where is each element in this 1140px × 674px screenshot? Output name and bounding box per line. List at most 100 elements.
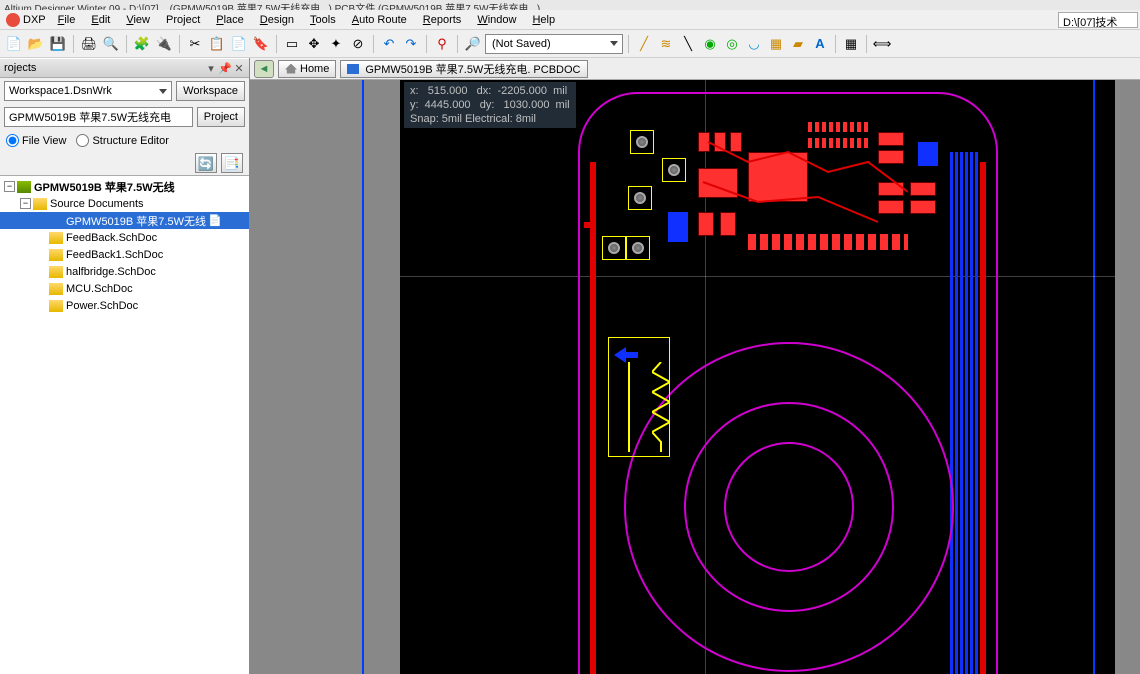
save-icon: 💾 bbox=[50, 37, 66, 50]
cut-button[interactable]: ✂ bbox=[185, 34, 205, 54]
place-diff-button[interactable]: ≋ bbox=[656, 34, 676, 54]
radio-structure-editor[interactable]: Structure Editor bbox=[76, 134, 168, 147]
compile-icon: 🔄 bbox=[198, 157, 214, 170]
menu-help[interactable]: Help bbox=[524, 12, 563, 28]
via-icon: ◎ bbox=[726, 37, 737, 50]
expand-icon[interactable]: − bbox=[4, 181, 15, 192]
panel-dropdown-icon[interactable]: ▾ bbox=[205, 62, 217, 74]
sch-icon bbox=[49, 266, 63, 278]
workspace-button[interactable]: Workspace bbox=[176, 81, 245, 101]
paste-button[interactable]: 📄 bbox=[229, 34, 249, 54]
device-icon: 🔌 bbox=[156, 37, 172, 50]
cross-probe-button[interactable]: ⚲ bbox=[432, 34, 452, 54]
smd-pad bbox=[910, 200, 936, 214]
tree-source-documents[interactable]: − Source Documents bbox=[0, 195, 249, 212]
chevron-down-icon bbox=[159, 89, 167, 94]
preview-icon: 🔍 bbox=[103, 37, 119, 50]
project-field[interactable]: GPMW5019B 苹果7.5W无线充电 bbox=[4, 107, 193, 127]
menu-file[interactable]: File bbox=[50, 12, 84, 28]
place-dimension-button[interactable]: ⟺ bbox=[872, 34, 892, 54]
menu-bar: DXP File Edit View Project Place Design … bbox=[0, 10, 1140, 30]
tree-item-feedback[interactable]: FeedBack.SchDoc bbox=[0, 229, 249, 246]
tree-item-halfbridge[interactable]: halfbridge.SchDoc bbox=[0, 263, 249, 280]
menu-design[interactable]: Design bbox=[252, 12, 302, 28]
pcb-canvas[interactable]: x: 515.000 dx: -2205.000 mil y: 4445.000… bbox=[250, 80, 1140, 674]
menu-dxp[interactable]: DXP bbox=[2, 13, 50, 27]
tree-item-feedback1[interactable]: FeedBack1.SchDoc bbox=[0, 246, 249, 263]
nav-back-button[interactable]: ◄ bbox=[254, 60, 274, 78]
track-icon: ╱ bbox=[640, 37, 648, 50]
view-mode-radios: File View Structure Editor bbox=[0, 130, 249, 151]
browse-button[interactable]: 🔎 bbox=[463, 34, 483, 54]
preview-button[interactable]: 🔍 bbox=[101, 34, 121, 54]
place-pad-button[interactable]: ◉ bbox=[700, 34, 720, 54]
menu-reports[interactable]: Reports bbox=[415, 12, 470, 28]
sch-icon bbox=[49, 232, 63, 244]
menu-autoroute[interactable]: Auto Route bbox=[344, 12, 415, 28]
pcb-black-area: x: 515.000 dx: -2205.000 mil y: 4445.000… bbox=[400, 80, 1115, 674]
close-icon[interactable]: ✕ bbox=[233, 62, 245, 74]
menu-view[interactable]: View bbox=[118, 12, 158, 28]
place-line-button[interactable]: ╲ bbox=[678, 34, 698, 54]
clear-button[interactable]: ⊘ bbox=[348, 34, 368, 54]
ruler-vertical-right bbox=[1093, 80, 1095, 674]
menu-edit[interactable]: Edit bbox=[83, 12, 118, 28]
compile-button[interactable]: 🔄 bbox=[195, 153, 217, 173]
paste-icon: 📄 bbox=[231, 37, 247, 50]
filter-combo[interactable]: (Not Saved) bbox=[485, 34, 623, 54]
place-via-button[interactable]: ◎ bbox=[722, 34, 742, 54]
select-area-button[interactable]: ▭ bbox=[282, 34, 302, 54]
workspace-button[interactable]: 🧩 bbox=[132, 34, 152, 54]
deselect-button[interactable]: ✦ bbox=[326, 34, 346, 54]
radio-file-view[interactable]: File View bbox=[6, 134, 66, 147]
save-button[interactable]: 💾 bbox=[48, 34, 68, 54]
tree-item-mcu[interactable]: MCU.SchDoc bbox=[0, 280, 249, 297]
place-fill-button[interactable]: ▦ bbox=[766, 34, 786, 54]
tree-project-root[interactable]: − GPMW5019B 苹果7.5W无线 bbox=[0, 178, 249, 195]
menu-place[interactable]: Place bbox=[208, 12, 252, 28]
line-icon: ╲ bbox=[684, 37, 692, 50]
expand-icon[interactable]: − bbox=[20, 198, 31, 209]
pad-icon: ◉ bbox=[704, 37, 715, 50]
redo-button[interactable]: ↷ bbox=[401, 34, 421, 54]
rubber-stamp-button[interactable]: 🔖 bbox=[251, 34, 271, 54]
move-button[interactable]: ✥ bbox=[304, 34, 324, 54]
tab-home[interactable]: Home bbox=[278, 60, 336, 78]
string-icon: A bbox=[815, 37, 824, 50]
menu-window[interactable]: Window bbox=[469, 12, 524, 28]
place-poly-button[interactable]: ▰ bbox=[788, 34, 808, 54]
menu-project[interactable]: Project bbox=[158, 12, 208, 28]
copy-button[interactable]: 📋 bbox=[207, 34, 227, 54]
place-string-button[interactable]: A bbox=[810, 34, 830, 54]
editor-area: ◄ Home GPMW5019B 苹果7.5W无线充电. PCBDOC bbox=[250, 58, 1140, 674]
project-button[interactable]: Project bbox=[197, 107, 245, 127]
cut-icon: ✂ bbox=[190, 37, 201, 50]
place-track-button[interactable]: ╱ bbox=[634, 34, 654, 54]
place-arc-button[interactable]: ◡ bbox=[744, 34, 764, 54]
tab-pcbdoc[interactable]: GPMW5019B 苹果7.5W无线充电. PCBDOC bbox=[340, 60, 587, 78]
coordinate-overlay: x: 515.000 dx: -2205.000 mil y: 4445.000… bbox=[404, 82, 576, 128]
poly-icon: ▰ bbox=[793, 37, 803, 50]
tree-item-power[interactable]: Power.SchDoc bbox=[0, 297, 249, 314]
sch-icon bbox=[49, 249, 63, 261]
component-icon: ▦ bbox=[845, 37, 857, 50]
title-bar: Altium Designer Winter 09 - D:\[07]... (… bbox=[0, 0, 1140, 10]
coord-y: y: 4445.000 dy: 1030.000 mil bbox=[410, 98, 570, 112]
refresh-button[interactable]: 📑 bbox=[221, 153, 243, 173]
pin-icon[interactable]: 📌 bbox=[219, 62, 231, 74]
device-button[interactable]: 🔌 bbox=[154, 34, 174, 54]
open-button[interactable]: 📂 bbox=[26, 34, 46, 54]
trace-mesh bbox=[608, 112, 908, 262]
print-button[interactable]: 🖨 bbox=[79, 34, 99, 54]
open-icon: 📂 bbox=[28, 37, 44, 50]
workspace-combo[interactable]: Workspace1.DsnWrk bbox=[4, 81, 172, 101]
path-field[interactable]: D:\[07]技术 bbox=[1058, 12, 1138, 28]
print-icon: 🖨 bbox=[81, 37, 98, 50]
project-tree[interactable]: − GPMW5019B 苹果7.5W无线 − Source Documents … bbox=[0, 175, 249, 674]
new-doc-button[interactable]: 📄 bbox=[4, 34, 24, 54]
refresh-icon: 📑 bbox=[224, 157, 240, 170]
tree-item-pcbdoc[interactable]: GPMW5019B 苹果7.5W无线 📄 bbox=[0, 212, 249, 229]
undo-button[interactable]: ↶ bbox=[379, 34, 399, 54]
menu-tools[interactable]: Tools bbox=[302, 12, 344, 28]
place-component-button[interactable]: ▦ bbox=[841, 34, 861, 54]
